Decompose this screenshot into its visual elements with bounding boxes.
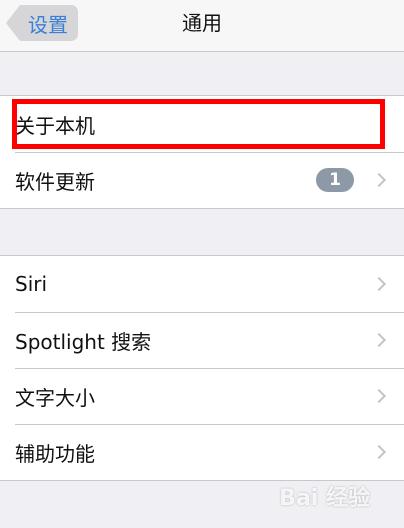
- row-accessibility-label: 辅助功能: [15, 441, 95, 466]
- chevron-right-icon: [371, 276, 387, 292]
- row-about-label: 关于本机: [15, 113, 95, 138]
- settings-group-features: Siri Spotlight 搜索 文字大小 辅助功能: [0, 255, 404, 481]
- update-count-badge: 1: [316, 168, 354, 192]
- row-software-update[interactable]: 软件更新 1: [0, 152, 404, 208]
- chevron-right-icon: [371, 172, 387, 188]
- chevron-right-icon: [371, 332, 387, 348]
- row-spotlight[interactable]: Spotlight 搜索: [0, 312, 404, 368]
- chevron-right-icon: [371, 388, 387, 404]
- row-accessibility[interactable]: 辅助功能: [0, 424, 404, 480]
- navigation-bar: 设置 通用: [0, 0, 404, 52]
- row-software-update-label: 软件更新: [15, 169, 95, 194]
- row-siri-label: Siri: [15, 272, 48, 296]
- row-text-size[interactable]: 文字大小: [0, 368, 404, 424]
- row-spotlight-label: Spotlight 搜索: [15, 329, 152, 354]
- row-about[interactable]: 关于本机: [0, 96, 404, 152]
- chevron-right-icon: [371, 444, 387, 460]
- baidu-jingyan-watermark: Bai 经验: [279, 486, 370, 511]
- row-siri[interactable]: Siri: [0, 256, 404, 312]
- back-label: 设置: [20, 5, 78, 41]
- settings-group-about: 关于本机 软件更新 1: [0, 95, 404, 209]
- row-text-size-label: 文字大小: [15, 385, 95, 410]
- back-button[interactable]: 设置: [6, 5, 78, 41]
- back-arrow-icon: [6, 5, 20, 41]
